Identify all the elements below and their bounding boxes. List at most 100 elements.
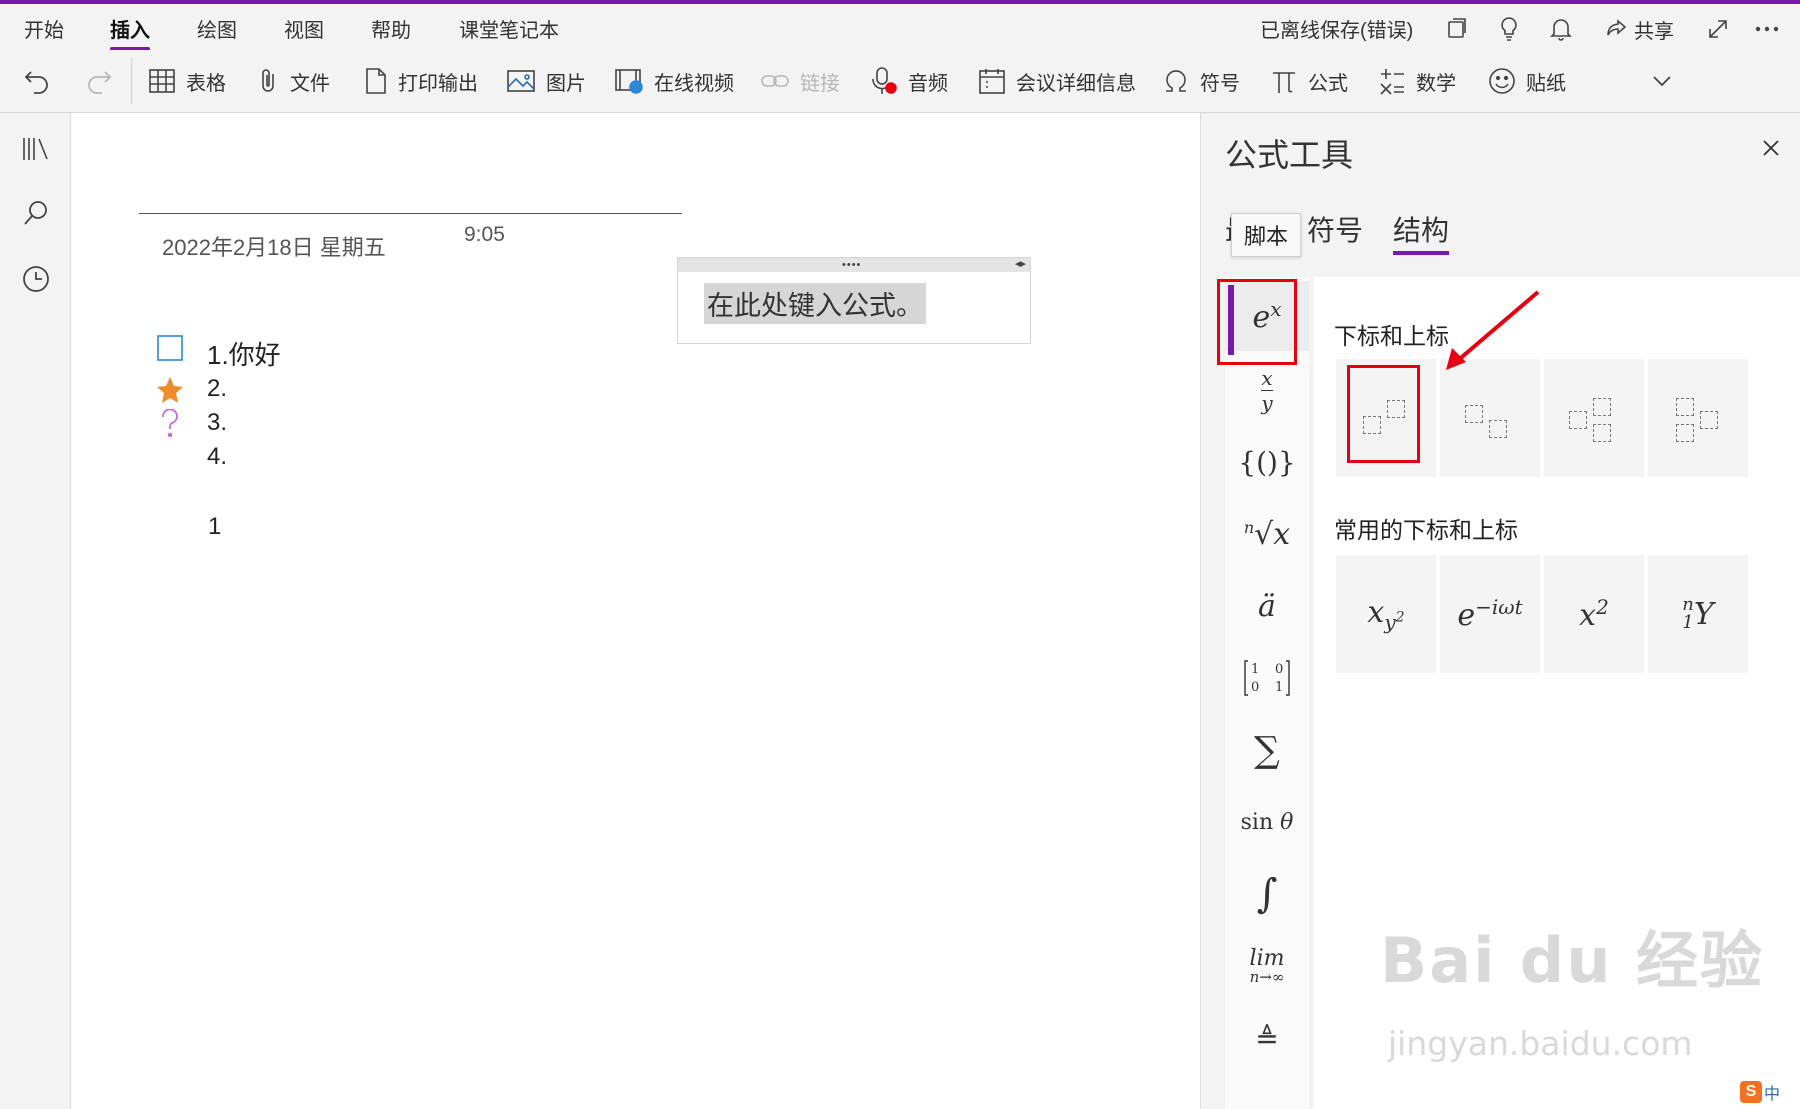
resize-arrows-icon[interactable]: ◂▸ (1015, 257, 1026, 270)
undo-button[interactable] (22, 64, 52, 98)
picture-button[interactable]: 图片 (506, 64, 586, 98)
category-accent[interactable]: ä (1225, 571, 1309, 641)
bell-icon[interactable] (1546, 14, 1576, 44)
list-item-3[interactable]: 3. (207, 409, 227, 437)
search-icon[interactable] (20, 197, 52, 229)
todo-checkbox-icon[interactable] (157, 335, 183, 361)
symbol-label: 符号 (1200, 72, 1240, 95)
tab-view[interactable]: 视图 (284, 14, 324, 43)
share-button[interactable]: 共享 (1604, 14, 1684, 44)
left-subscript-placeholder-box (1676, 424, 1694, 442)
paperclip-icon (262, 69, 274, 92)
list-item-1[interactable]: 1.你好 (207, 335, 281, 372)
category-radical[interactable]: n√x (1225, 499, 1309, 569)
table-label: 表格 (186, 72, 226, 95)
meeting-details-label: 会议详细信息 (1016, 72, 1136, 95)
file-button[interactable]: 文件 (258, 64, 330, 98)
pi-icon (1273, 72, 1295, 93)
smiley-icon (1489, 68, 1515, 94)
note-page[interactable]: 2022年2月18日 星期五 9:05 •••• ◂▸ 在此处键入公式。 1.你… (71, 113, 1199, 1109)
online-video-label: 在线视频 (654, 72, 734, 95)
summation-symbol-icon: ∑ (1254, 729, 1280, 771)
base-placeholder-box (1465, 405, 1483, 423)
equation-placeholder[interactable]: 在此处键入公式。 (704, 283, 926, 324)
integral-symbol-icon: ∫ (1256, 871, 1278, 917)
category-limit[interactable]: lim n→∞ (1225, 931, 1309, 1001)
share-icon (1607, 19, 1627, 36)
category-large-operator[interactable]: ∑ (1225, 715, 1309, 785)
page-title-line[interactable] (139, 213, 682, 214)
audio-button[interactable]: 音频 (870, 64, 948, 98)
math-button[interactable]: 数学 (1378, 64, 1456, 98)
meeting-details-button[interactable]: 会议详细信息 (978, 64, 1136, 98)
document-icon (366, 68, 386, 94)
list-item-4[interactable]: 4. (207, 443, 227, 471)
link-label: 链接 (800, 72, 840, 95)
left-sub-superscript-tile[interactable] (1648, 359, 1748, 477)
tab-symbols[interactable]: 符号 (1307, 209, 1363, 249)
tab-structures[interactable]: 结构 (1393, 209, 1450, 255)
sticker-button[interactable]: 贴纸 (1488, 64, 1566, 98)
picture-icon (507, 70, 535, 92)
save-status[interactable]: 已离线保存(错误) (1260, 14, 1413, 43)
more-options-icon[interactable] (1752, 14, 1782, 44)
notebooks-icon[interactable] (20, 133, 52, 165)
common-subsup-x2-tile[interactable]: x2 (1544, 555, 1644, 673)
online-video-icon (615, 69, 643, 94)
math-icon (1380, 69, 1404, 95)
base-placeholder-box (1569, 411, 1587, 429)
category-function[interactable]: sin θ (1225, 787, 1309, 857)
subscript-placeholder-box (1489, 420, 1507, 438)
ribbon-collapse-button[interactable] (1652, 64, 1672, 98)
sticker-label: 贴纸 (1526, 72, 1566, 95)
x2-formula: x2 (1579, 595, 1609, 633)
category-bracket[interactable]: {()} (1225, 427, 1309, 497)
left-superscript-placeholder-box (1676, 398, 1694, 416)
online-video-button[interactable]: 在线视频 (614, 64, 734, 98)
table-icon (149, 69, 175, 93)
subscript-tile[interactable] (1440, 359, 1540, 477)
category-matrix[interactable]: 1 0 0 1 (1225, 643, 1309, 713)
common-subsup-n1y-tile[interactable]: n1Y (1648, 555, 1748, 673)
note-text-1[interactable]: 1 (208, 513, 221, 541)
equation-button[interactable]: 公式 (1270, 64, 1348, 98)
notebook-pages-icon[interactable] (1442, 14, 1472, 44)
list-item-2[interactable]: 2. (207, 375, 227, 403)
tooltip: 脚本 (1231, 213, 1302, 257)
category-integral[interactable]: ∫ (1225, 859, 1309, 929)
common-subsup-xy2-tile[interactable]: xy2 (1336, 555, 1436, 673)
ime-indicator[interactable]: S 中 (1740, 1080, 1780, 1104)
tab-home[interactable]: 开始 (24, 14, 64, 43)
tab-class-notebook[interactable]: 课堂笔记本 (459, 14, 559, 43)
star-tag-icon[interactable] (156, 376, 184, 404)
category-fraction[interactable]: xy (1225, 355, 1309, 425)
omega-icon (1166, 70, 1186, 92)
link-button[interactable]: 链接 (760, 64, 840, 98)
tab-draw[interactable]: 绘图 (197, 14, 237, 43)
redo-button[interactable] (84, 64, 114, 98)
common-subsup-eiwt-tile[interactable]: e−iωt (1440, 555, 1540, 673)
question-tag-icon[interactable] (159, 409, 181, 439)
file-label: 文件 (290, 72, 330, 95)
superscript-tile[interactable] (1336, 359, 1436, 477)
equation-label: 公式 (1308, 72, 1348, 95)
close-icon[interactable] (1758, 135, 1784, 161)
container-drag-handle[interactable]: •••• ◂▸ (678, 258, 1030, 272)
category-script[interactable]: ex (1225, 281, 1309, 355)
recent-clock-icon[interactable] (20, 263, 52, 295)
category-operator[interactable]: ≜ (1225, 1003, 1309, 1073)
red-arrow-annotation (1446, 290, 1540, 370)
tab-insert[interactable]: 插入 (110, 14, 150, 51)
base-placeholder-box (1700, 411, 1718, 429)
tab-help[interactable]: 帮助 (371, 14, 411, 43)
lightbulb-icon[interactable] (1494, 14, 1524, 44)
table-button[interactable]: 表格 (148, 64, 226, 98)
calendar-icon (979, 69, 1005, 94)
page-time: 9:05 (464, 223, 505, 246)
expand-icon[interactable] (1703, 14, 1733, 44)
printout-button[interactable]: 打印输出 (364, 64, 478, 98)
audio-label: 音频 (908, 72, 948, 95)
sub-superscript-tile[interactable] (1544, 359, 1644, 477)
equation-container[interactable]: •••• ◂▸ 在此处键入公式。 (677, 257, 1031, 344)
symbol-button[interactable]: 符号 (1162, 64, 1240, 98)
